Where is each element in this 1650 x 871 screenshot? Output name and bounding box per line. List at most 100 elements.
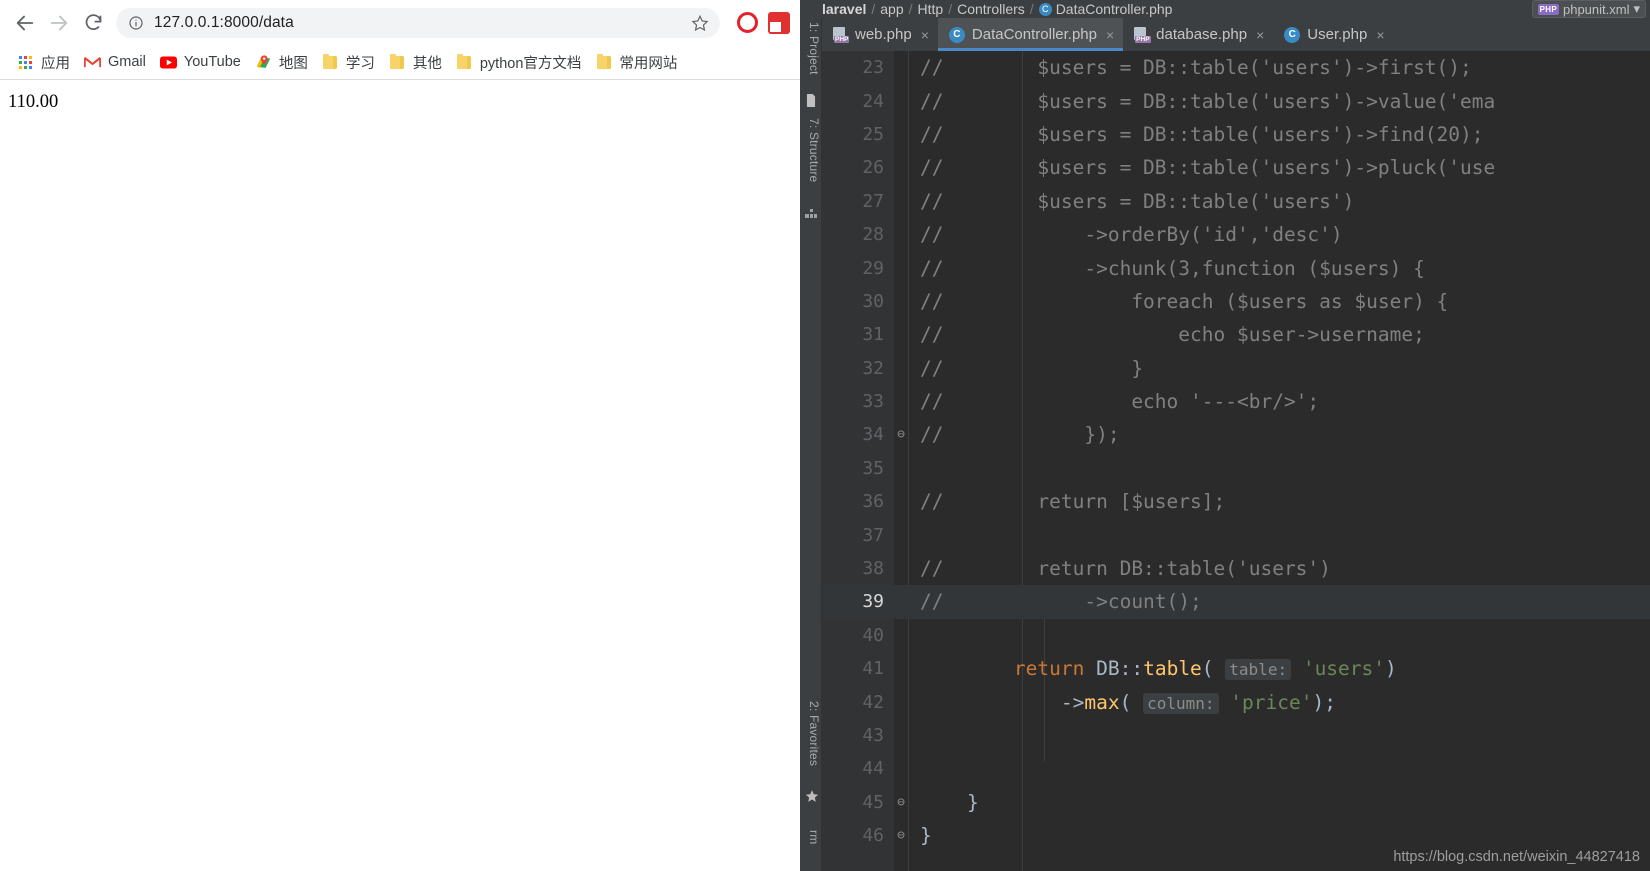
line-number: 27 [862,190,884,212]
bookmark-folder-other[interactable]: 其他 [382,49,449,76]
bookmark-maps[interactable]: 地图 [248,49,315,76]
tab-web-php[interactable]: PHP web.php × [822,18,938,51]
code-editor[interactable]: 23 // $users = DB::table('users')->first(… [822,51,1650,871]
code-line[interactable]: 42 ->max( column: 'price'); [822,685,1650,718]
code-line[interactable]: 34 ⊖ // }); [822,418,1650,451]
code-fold-icon[interactable]: ⊖ [895,828,907,843]
breadcrumb-http[interactable]: Http [918,1,944,17]
code-line[interactable]: 27 // $users = DB::table('users') [822,185,1650,218]
line-number: 30 [862,290,884,312]
code-line[interactable]: 25 // $users = DB::table('users')->find(2… [822,118,1650,151]
file-icon[interactable] [805,92,817,107]
breadcrumb-app[interactable]: app [880,1,903,17]
code-line[interactable]: 41 return DB::table( table: 'users') [822,652,1650,685]
code-line[interactable]: 26 // $users = DB::table('users')->pluck(… [822,151,1650,184]
code-line[interactable]: 46 ⊖} [822,819,1650,852]
code-line[interactable]: 39 // ->count(); [822,585,1650,619]
module-icon[interactable] [805,206,817,218]
tab-label: User.php [1307,26,1368,43]
close-icon[interactable]: × [1256,27,1264,43]
code-line[interactable]: 38 // return DB::table('users') [822,552,1650,585]
red-extension-button[interactable] [766,10,792,36]
code-fold-icon[interactable]: ⊖ [895,795,907,810]
browser-window: 127.0.0.1:8000/data 应用 Gmail YouTube 地图 … [0,0,800,871]
code-text: // }); [920,423,1120,447]
bookmark-apps[interactable]: 应用 [10,49,77,76]
arrow-right-icon [50,15,68,30]
bookmark-folder-python-docs[interactable]: python官方文档 [449,49,589,76]
php-file-icon: PHP [1134,26,1151,43]
bookmark-youtube[interactable]: YouTube [153,51,248,74]
phpunit-run-config-chip[interactable]: PHP phpunit.xml ▾ [1531,0,1646,18]
bookmarks-bar: 应用 Gmail YouTube 地图 学习 其他 python官方文档 常用网… [0,45,800,80]
tool-window-structure[interactable]: 7: Structure [800,118,821,182]
close-icon[interactable]: × [1376,27,1384,43]
code-text: // ->orderBy('id','desc') [920,223,1343,247]
info-circle-icon[interactable] [127,14,145,32]
line-number: 24 [862,90,884,112]
reload-button[interactable] [76,6,110,40]
code-line[interactable]: 45 ⊖ } [822,786,1650,819]
tab-database-php[interactable]: PHP database.php × [1123,18,1273,51]
code-line[interactable]: 23 // $users = DB::table('users')->first(… [822,51,1650,84]
php-class-icon: C [1284,26,1301,43]
close-icon[interactable]: × [921,27,929,43]
line-number: 46 [862,825,884,847]
tool-window-project[interactable]: 1: Project [800,22,821,75]
tool-window-favorites[interactable]: 2: Favorites [800,701,821,766]
editor-tab-bar: PHP web.php × C DataController.php × PHP… [822,18,1650,51]
line-number: 32 [862,357,884,379]
bookmark-gmail[interactable]: Gmail [77,51,153,74]
opera-extension-button[interactable] [734,10,760,36]
line-number: 26 [862,157,884,179]
bookmark-folder-common-sites[interactable]: 常用网站 [588,49,684,76]
code-text: // $users = DB::table('users')->pluck('u… [920,156,1496,180]
code-line[interactable]: 28 // ->orderBy('id','desc') [822,218,1650,251]
line-number: 23 [862,57,884,79]
code-line[interactable]: 36 // return [$users]; [822,485,1650,518]
chevron-down-icon[interactable]: ▾ [1633,1,1640,17]
code-line[interactable]: 24 // $users = DB::table('users')->value(… [822,84,1650,117]
address-bar[interactable]: 127.0.0.1:8000/data [116,7,720,38]
code-line[interactable]: 30 // foreach ($users as $user) { [822,285,1650,318]
tool-window-terminal[interactable]: rm [800,830,821,844]
bookmark-folder-study[interactable]: 学习 [315,49,382,76]
php-badge-icon: PHP [1537,3,1559,15]
code-line[interactable]: 37 [822,518,1650,551]
star-icon[interactable] [805,788,819,802]
page-content-text: 110.00 [8,92,59,112]
browser-toolbar: 127.0.0.1:8000/data [0,0,800,45]
code-line[interactable]: 29 // ->chunk(3,function ($users) { [822,251,1650,284]
breadcrumb-project[interactable]: laravel [822,1,866,17]
code-line[interactable]: 44 [822,752,1650,785]
code-line[interactable]: 35 [822,452,1650,485]
tab-datacontroller-php[interactable]: C DataController.php × [937,18,1124,51]
code-text: // } [920,356,1144,380]
breadcrumb-controllers[interactable]: Controllers [957,1,1025,17]
bookmark-star-icon[interactable] [690,13,710,33]
breadcrumb: laravel / app / Http / Controllers / C D… [800,0,1650,18]
code-lines[interactable]: 23 // $users = DB::table('users')->first(… [822,51,1650,852]
folder-icon [322,53,339,71]
close-icon[interactable]: × [1106,27,1114,43]
line-number: 28 [862,224,884,246]
tab-user-php[interactable]: C User.php × [1273,18,1393,51]
breadcrumb-file[interactable]: DataController.php [1056,1,1173,17]
code-line[interactable]: 43 [822,719,1650,752]
bookmark-label: 学习 [345,55,375,72]
red-extension-icon [768,11,790,34]
back-button[interactable] [8,6,42,40]
line-number: 38 [862,558,884,580]
code-line[interactable]: 40 [822,619,1650,652]
maps-icon [255,54,272,71]
line-number: 45 [862,791,884,813]
code-line[interactable]: 33 // echo '---<br/>'; [822,385,1650,418]
forward-button[interactable] [42,6,76,40]
code-line[interactable]: 32 // } [822,352,1650,385]
code-line[interactable]: 31 // echo $user->username; [822,318,1650,351]
bookmark-label: YouTube [183,54,241,70]
line-number: 40 [862,624,884,646]
folder-icon [389,53,406,71]
bookmark-label: 地图 [278,55,308,72]
code-fold-icon[interactable]: ⊖ [895,427,907,442]
